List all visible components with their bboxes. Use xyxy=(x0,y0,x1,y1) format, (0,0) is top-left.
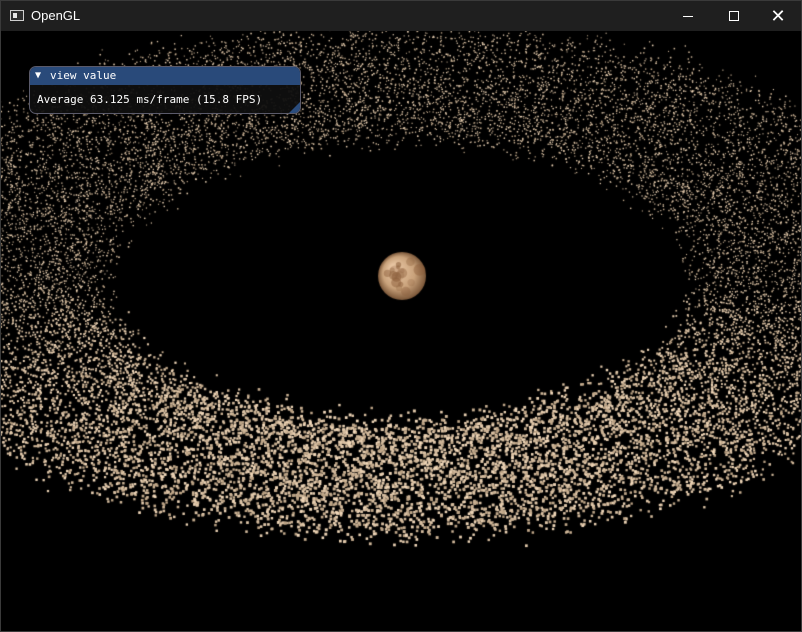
opengl-app-icon xyxy=(10,10,24,21)
close-icon: ✕ xyxy=(770,6,786,26)
maximize-button[interactable] xyxy=(711,1,757,31)
opengl-viewport[interactable]: ▼ view value Average 63.125 ms/frame (15… xyxy=(1,31,801,631)
imgui-window-title: view value xyxy=(50,69,117,82)
title-bar[interactable]: OpenGL ✕ xyxy=(1,1,801,31)
window-title: OpenGL xyxy=(31,8,81,23)
asteroid-ring-scene xyxy=(1,31,801,631)
collapse-arrow-icon[interactable]: ▼ xyxy=(35,67,41,85)
minimize-button[interactable] xyxy=(665,1,711,31)
imgui-view-value-window[interactable]: ▼ view value Average 63.125 ms/frame (15… xyxy=(29,66,301,114)
frame-time-readout: Average 63.125 ms/frame (15.8 FPS) xyxy=(37,93,263,106)
minimize-icon xyxy=(683,16,693,17)
opengl-window: OpenGL ✕ ▼ view value Average 63.125 ms/… xyxy=(0,0,802,632)
imgui-title-bar[interactable]: ▼ view value xyxy=(30,67,300,85)
close-button[interactable]: ✕ xyxy=(755,1,801,31)
resize-grip-icon[interactable] xyxy=(289,102,300,113)
maximize-icon xyxy=(729,11,739,21)
